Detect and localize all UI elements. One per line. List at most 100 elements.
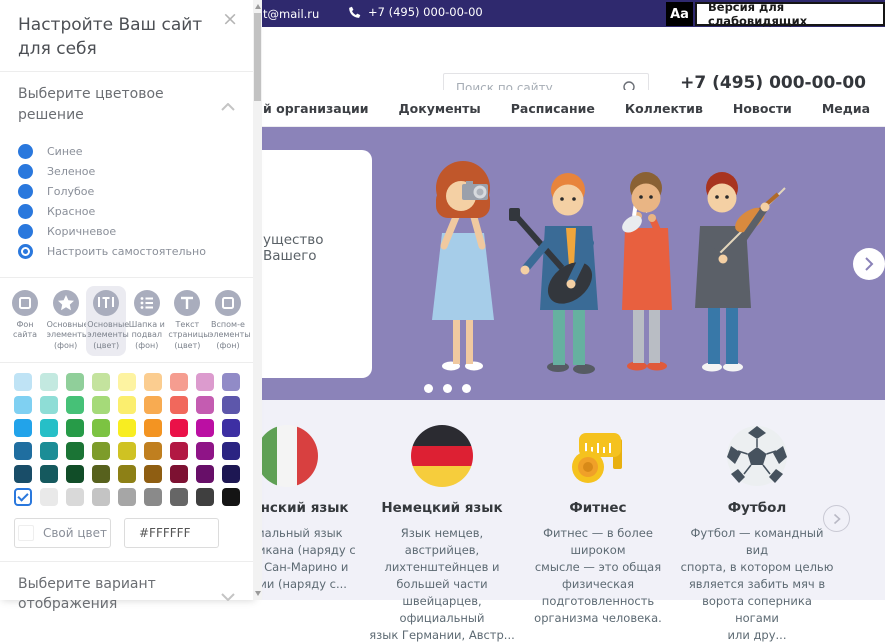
text-icon xyxy=(174,290,200,316)
palette-swatch[interactable] xyxy=(144,488,162,506)
palette-swatch[interactable] xyxy=(14,465,32,483)
scroll-down-icon[interactable] xyxy=(255,591,261,596)
palette-swatch[interactable] xyxy=(170,419,188,437)
palette-swatch[interactable] xyxy=(40,373,58,391)
palette-swatch[interactable] xyxy=(144,419,162,437)
scheme-option-brown[interactable]: Коричневое xyxy=(18,224,235,239)
radio-icon xyxy=(18,224,33,239)
scheme-option-lightblue[interactable]: Голубое xyxy=(18,184,235,199)
topbar-email[interactable]: t@mail.ru xyxy=(263,7,319,21)
chevron-up-icon[interactable] xyxy=(221,96,235,115)
carousel-dot[interactable] xyxy=(443,384,452,393)
nav-item-news[interactable]: Новости xyxy=(733,101,792,116)
palette-swatch[interactable] xyxy=(14,419,32,437)
palette-swatch[interactable] xyxy=(196,442,214,460)
palette-swatch[interactable] xyxy=(144,373,162,391)
target-auxiliary-elements-bg[interactable]: Вспом-е элементы (фон) xyxy=(208,286,248,356)
accessibility-version-button[interactable]: Версия для слабовидящих xyxy=(695,2,885,26)
target-page-text-color[interactable]: Текст страницы (цвет) xyxy=(167,286,207,356)
palette-swatch[interactable] xyxy=(196,373,214,391)
text-color-icon xyxy=(93,290,119,316)
scheme-option-blue[interactable]: Синее xyxy=(18,144,235,159)
palette-swatch[interactable] xyxy=(170,442,188,460)
palette-swatch[interactable] xyxy=(40,488,58,506)
palette-swatch[interactable] xyxy=(66,465,84,483)
palette-swatch[interactable] xyxy=(118,465,136,483)
palette-swatch[interactable] xyxy=(66,373,84,391)
hex-color-input[interactable] xyxy=(124,518,219,548)
nav-item-staff[interactable]: Коллектив xyxy=(625,101,703,116)
course-card-football[interactable]: Футбол Футбол — командный вид спорта, в … xyxy=(679,425,835,644)
course-card-german[interactable]: Немецкий язык Язык немцев, австрийцев, л… xyxy=(364,425,520,644)
palette-swatch[interactable] xyxy=(222,419,240,437)
palette-swatch[interactable] xyxy=(92,396,110,414)
palette-swatch[interactable] xyxy=(14,396,32,414)
palette-swatch[interactable] xyxy=(144,465,162,483)
palette-swatch[interactable] xyxy=(222,396,240,414)
nav-item-media[interactable]: Медиа xyxy=(822,101,870,116)
palette-swatch[interactable] xyxy=(14,488,32,506)
target-site-background[interactable]: Фон сайта xyxy=(5,286,45,356)
palette-swatch[interactable] xyxy=(92,419,110,437)
hero-children-illustration xyxy=(420,158,820,378)
palette-swatch[interactable] xyxy=(66,396,84,414)
carousel-dot[interactable] xyxy=(424,384,433,393)
target-main-elements-bg[interactable]: Основные элементы (фон) xyxy=(46,286,86,356)
scrollbar-thumb[interactable] xyxy=(254,13,261,101)
course-card-fitness[interactable]: Фитнес Фитнес — в более широком смысле —… xyxy=(520,425,676,627)
scroll-up-icon[interactable] xyxy=(255,4,261,9)
palette-swatch[interactable] xyxy=(66,419,84,437)
palette-swatch[interactable] xyxy=(222,373,240,391)
target-main-elements-color[interactable]: Основные элементы (цвет) xyxy=(86,286,126,356)
palette-swatch[interactable] xyxy=(40,419,58,437)
palette-swatch[interactable] xyxy=(144,396,162,414)
palette-swatch[interactable] xyxy=(222,465,240,483)
palette-swatch[interactable] xyxy=(170,396,188,414)
palette-swatch[interactable] xyxy=(118,442,136,460)
palette-swatch[interactable] xyxy=(92,488,110,506)
palette-swatch[interactable] xyxy=(196,465,214,483)
palette-swatch[interactable] xyxy=(144,442,162,460)
carousel-dot[interactable] xyxy=(462,384,471,393)
palette-swatch[interactable] xyxy=(196,419,214,437)
palette-swatch[interactable] xyxy=(14,373,32,391)
palette-swatch[interactable] xyxy=(222,488,240,506)
palette-swatch[interactable] xyxy=(118,488,136,506)
palette-swatch[interactable] xyxy=(170,488,188,506)
nav-item-schedule[interactable]: Расписание xyxy=(511,101,595,116)
panel-scrollbar[interactable] xyxy=(253,0,262,600)
palette-swatch[interactable] xyxy=(196,396,214,414)
palette-swatch[interactable] xyxy=(118,373,136,391)
custom-color-button[interactable]: Свой цвет xyxy=(14,518,111,548)
close-icon[interactable]: × xyxy=(222,10,238,29)
palette-swatch[interactable] xyxy=(92,373,110,391)
color-scheme-title: Выберите цветовое решение xyxy=(0,72,253,135)
target-header-footer-bg[interactable]: Шапка и подвал (фон) xyxy=(127,286,167,356)
scheme-option-green[interactable]: Зеленое xyxy=(18,164,235,179)
palette-swatch[interactable] xyxy=(196,488,214,506)
chevron-right-icon xyxy=(864,256,874,272)
palette-swatch[interactable] xyxy=(14,442,32,460)
hero-next-button[interactable] xyxy=(853,248,885,280)
chevron-down-icon[interactable] xyxy=(221,586,235,605)
scheme-option-red[interactable]: Красное xyxy=(18,204,235,219)
nav-item-documents[interactable]: Документы xyxy=(399,101,481,116)
palette-swatch[interactable] xyxy=(118,396,136,414)
palette-swatch[interactable] xyxy=(170,465,188,483)
nav-item-organization[interactable]: й организации xyxy=(263,101,369,116)
palette-swatch[interactable] xyxy=(40,396,58,414)
scheme-option-custom[interactable]: Настроить самостоятельно xyxy=(18,244,235,259)
palette-swatch[interactable] xyxy=(40,465,58,483)
topbar-phone[interactable]: +7 (495) 000-00-00 xyxy=(348,5,483,19)
palette-swatch[interactable] xyxy=(40,442,58,460)
palette-swatch[interactable] xyxy=(170,373,188,391)
palette-swatch[interactable] xyxy=(92,465,110,483)
palette-swatch[interactable] xyxy=(118,419,136,437)
font-size-badge[interactable]: Aa xyxy=(666,2,693,26)
palette-swatch[interactable] xyxy=(66,488,84,506)
page: { "colors": { "accent_blue": "#2a78dd", … xyxy=(0,0,885,600)
palette-swatch[interactable] xyxy=(222,442,240,460)
palette-swatch[interactable] xyxy=(66,442,84,460)
courses-next-button[interactable] xyxy=(823,505,850,532)
palette-swatch[interactable] xyxy=(92,442,110,460)
